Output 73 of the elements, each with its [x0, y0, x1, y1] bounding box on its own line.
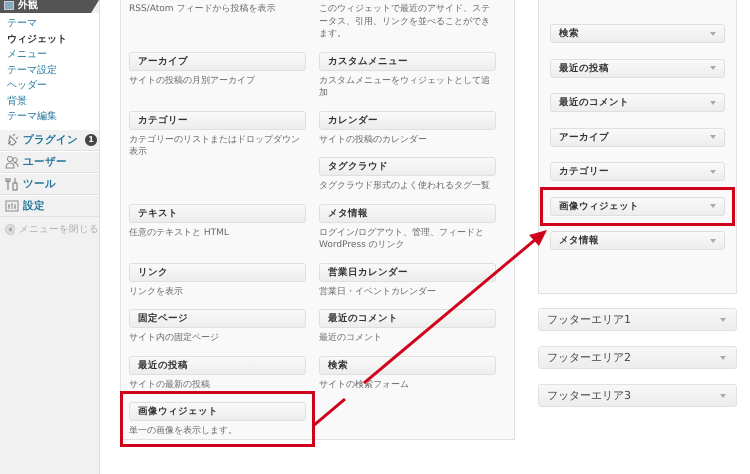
- settings-icon: [5, 198, 19, 212]
- caret-icon[interactable]: [710, 204, 716, 208]
- widget-title-bar[interactable]: 最近の投稿: [129, 356, 306, 374]
- widget-title-bar[interactable]: リンク: [129, 262, 306, 282]
- widget-title-bar[interactable]: 検索: [319, 356, 496, 374]
- widget-title-bar[interactable]: 検索: [550, 24, 725, 43]
- menu-item[interactable]: ツール: [0, 172, 99, 194]
- submenu-item[interactable]: 背景: [0, 94, 99, 109]
- caret-icon[interactable]: [710, 135, 716, 139]
- widget-description: カスタムメニューをウィジェットとして追加: [319, 74, 491, 100]
- widget-description: 単一の画像を表示します。: [129, 425, 238, 438]
- submenu-item[interactable]: テーマ設定: [0, 62, 99, 78]
- widget-description: サイトの投稿の月別アーカイブ: [129, 74, 256, 87]
- widget-title-bar[interactable]: 最近のコメント: [550, 93, 725, 112]
- menu-item-label: プラグイン: [23, 132, 78, 146]
- widget-title-bar[interactable]: アーカイブ: [129, 52, 306, 70]
- submenu-item[interactable]: テーマ編集: [0, 109, 99, 124]
- widget-title-bar[interactable]: 固定ページ: [129, 309, 306, 328]
- menu-item-label: 設定: [23, 198, 45, 212]
- footer-area-bar[interactable]: フッターエリア1: [538, 308, 737, 331]
- count-badge: 1: [85, 134, 97, 146]
- widget-title-bar[interactable]: メタ情報: [550, 231, 725, 250]
- caret-icon[interactable]: [720, 394, 726, 398]
- widget-description: ログイン/ログアウト、管理、フィードと WordPress のリンク: [319, 226, 486, 252]
- caret-icon[interactable]: [720, 318, 726, 322]
- caret-icon[interactable]: [720, 356, 726, 360]
- widget-title-bar[interactable]: アーカイブ: [550, 128, 725, 146]
- widget-title-bar[interactable]: 最近のコメント: [319, 309, 496, 328]
- widget-description: サイトの最新の投稿: [129, 378, 211, 391]
- submenu-item[interactable]: メニュー: [0, 47, 99, 62]
- widget-description: このウィジェットで最近のアサイド、ステータス、引用、リンクを並べることができます。: [319, 3, 491, 40]
- appearance-icon: [4, 1, 14, 10]
- widget-description: 最近のコメント: [319, 332, 383, 344]
- menu-item[interactable]: ユーザー: [0, 150, 99, 172]
- widget-title-bar[interactable]: 最近の投稿: [550, 58, 725, 78]
- caret-icon[interactable]: [710, 170, 716, 174]
- submenu-item[interactable]: テーマ: [0, 16, 99, 32]
- widget-description: サイトの投稿のカレンダー: [319, 134, 428, 146]
- widget-title-bar[interactable]: カテゴリー: [129, 110, 306, 130]
- widget-description: タグクラウド形式のよく使われるタグ一覧: [319, 180, 491, 192]
- tools-icon: [5, 176, 19, 190]
- widget-description: RSS/Atom フィードから投稿を表示: [129, 3, 276, 16]
- widget-title-bar[interactable]: 営業日カレンダー: [319, 262, 496, 282]
- plug-icon: [5, 132, 19, 146]
- widget-description: カテゴリーのリストまたはドロップダウン表示: [129, 134, 301, 158]
- widget-description: 営業日・イベントカレンダー: [319, 286, 437, 298]
- menu-item-label: ユーザー: [23, 154, 67, 168]
- widget-title-bar[interactable]: タグクラウド: [319, 157, 496, 176]
- users-icon: [5, 154, 19, 168]
- menu-header[interactable]: 外観: [0, 0, 99, 13]
- menu-header-label: 外観: [18, 0, 38, 11]
- widget-description: サイト内の固定ページ: [129, 332, 220, 344]
- widget-description: 任意のテキストと HTML: [129, 226, 230, 239]
- footer-area-bar[interactable]: フッターエリア3: [538, 384, 737, 407]
- widget-title-bar[interactable]: メタ情報: [319, 204, 496, 222]
- widget-title-bar[interactable]: 画像ウィジェット: [550, 196, 725, 216]
- widget-title-bar[interactable]: カレンダー: [319, 110, 496, 130]
- menu-item-label: ツール: [23, 176, 56, 190]
- submenu-item[interactable]: ウィジェット: [0, 32, 99, 47]
- widget-title-bar[interactable]: 画像ウィジェット: [129, 402, 306, 421]
- caret-icon[interactable]: [710, 238, 716, 242]
- widget-title-bar[interactable]: カテゴリー: [550, 162, 725, 181]
- widget-title-bar[interactable]: テキスト: [129, 204, 306, 222]
- widget-title-bar[interactable]: カスタムメニュー: [319, 52, 496, 70]
- menu-item[interactable]: プラグイン 1: [0, 128, 99, 150]
- collapse-icon[interactable]: [5, 224, 15, 234]
- submenu-item[interactable]: ヘッダー: [0, 78, 99, 94]
- menu-item[interactable]: 設定: [0, 194, 99, 216]
- widget-description: リンクを表示: [129, 286, 184, 298]
- caret-icon[interactable]: [710, 66, 716, 70]
- footer-area-bar[interactable]: フッターエリア2: [538, 346, 737, 369]
- caret-icon[interactable]: [710, 32, 716, 36]
- caret-icon[interactable]: [710, 100, 716, 104]
